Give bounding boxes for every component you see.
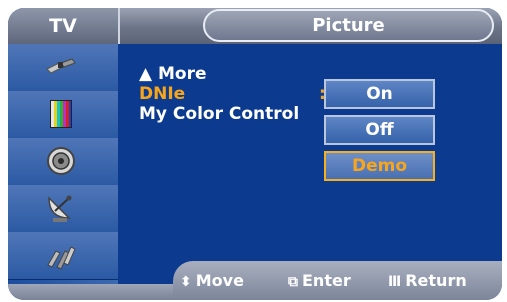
footer-move-label: Move xyxy=(195,271,244,290)
color-bars-icon xyxy=(50,100,72,128)
satellite-dish-icon xyxy=(48,195,72,222)
sidebar-item-channel[interactable] xyxy=(8,185,118,233)
sidebar-item-setup[interactable] xyxy=(8,232,118,280)
dnie-dropdown: On Off Demo xyxy=(320,75,442,189)
menu-item-dnie[interactable]: DNIe xyxy=(139,84,185,104)
footer-enter-hint: ⧉ Enter xyxy=(288,271,351,292)
move-arrows-icon: ⬍ xyxy=(180,274,192,290)
sidebar-item-sound[interactable] xyxy=(8,138,118,186)
connector-cables-icon xyxy=(47,246,76,270)
menu-item-more[interactable]: ▲ More xyxy=(139,64,207,84)
return-icon: Ⅲ xyxy=(388,274,402,290)
picture-tab[interactable]: Picture xyxy=(203,9,494,42)
sidebar-item-input[interactable] xyxy=(8,44,118,92)
input-plug-icon xyxy=(46,58,76,74)
dropdown-option-on[interactable]: On xyxy=(324,79,435,109)
enter-icon: ⧉ xyxy=(288,274,298,290)
dropdown-option-off[interactable]: Off xyxy=(324,115,435,145)
footer-move-hint: ⬍ Move xyxy=(180,271,244,292)
sidebar-item-picture[interactable] xyxy=(8,91,118,139)
menu-item-my-color-control[interactable]: My Color Control xyxy=(139,104,299,124)
tv-tab[interactable]: TV xyxy=(8,8,120,44)
footer-return-label: Return xyxy=(405,271,467,290)
speaker-icon xyxy=(47,147,75,175)
osd-screen: TV Picture ▲ More DNIe: My Color Contro… xyxy=(8,8,502,300)
footer-enter-label: Enter xyxy=(302,271,351,290)
footer-return-hint: Ⅲ Return xyxy=(388,271,467,292)
menu-header: TV Picture xyxy=(8,8,502,44)
category-sidebar xyxy=(8,44,118,284)
dropdown-option-demo[interactable]: Demo xyxy=(324,151,435,181)
